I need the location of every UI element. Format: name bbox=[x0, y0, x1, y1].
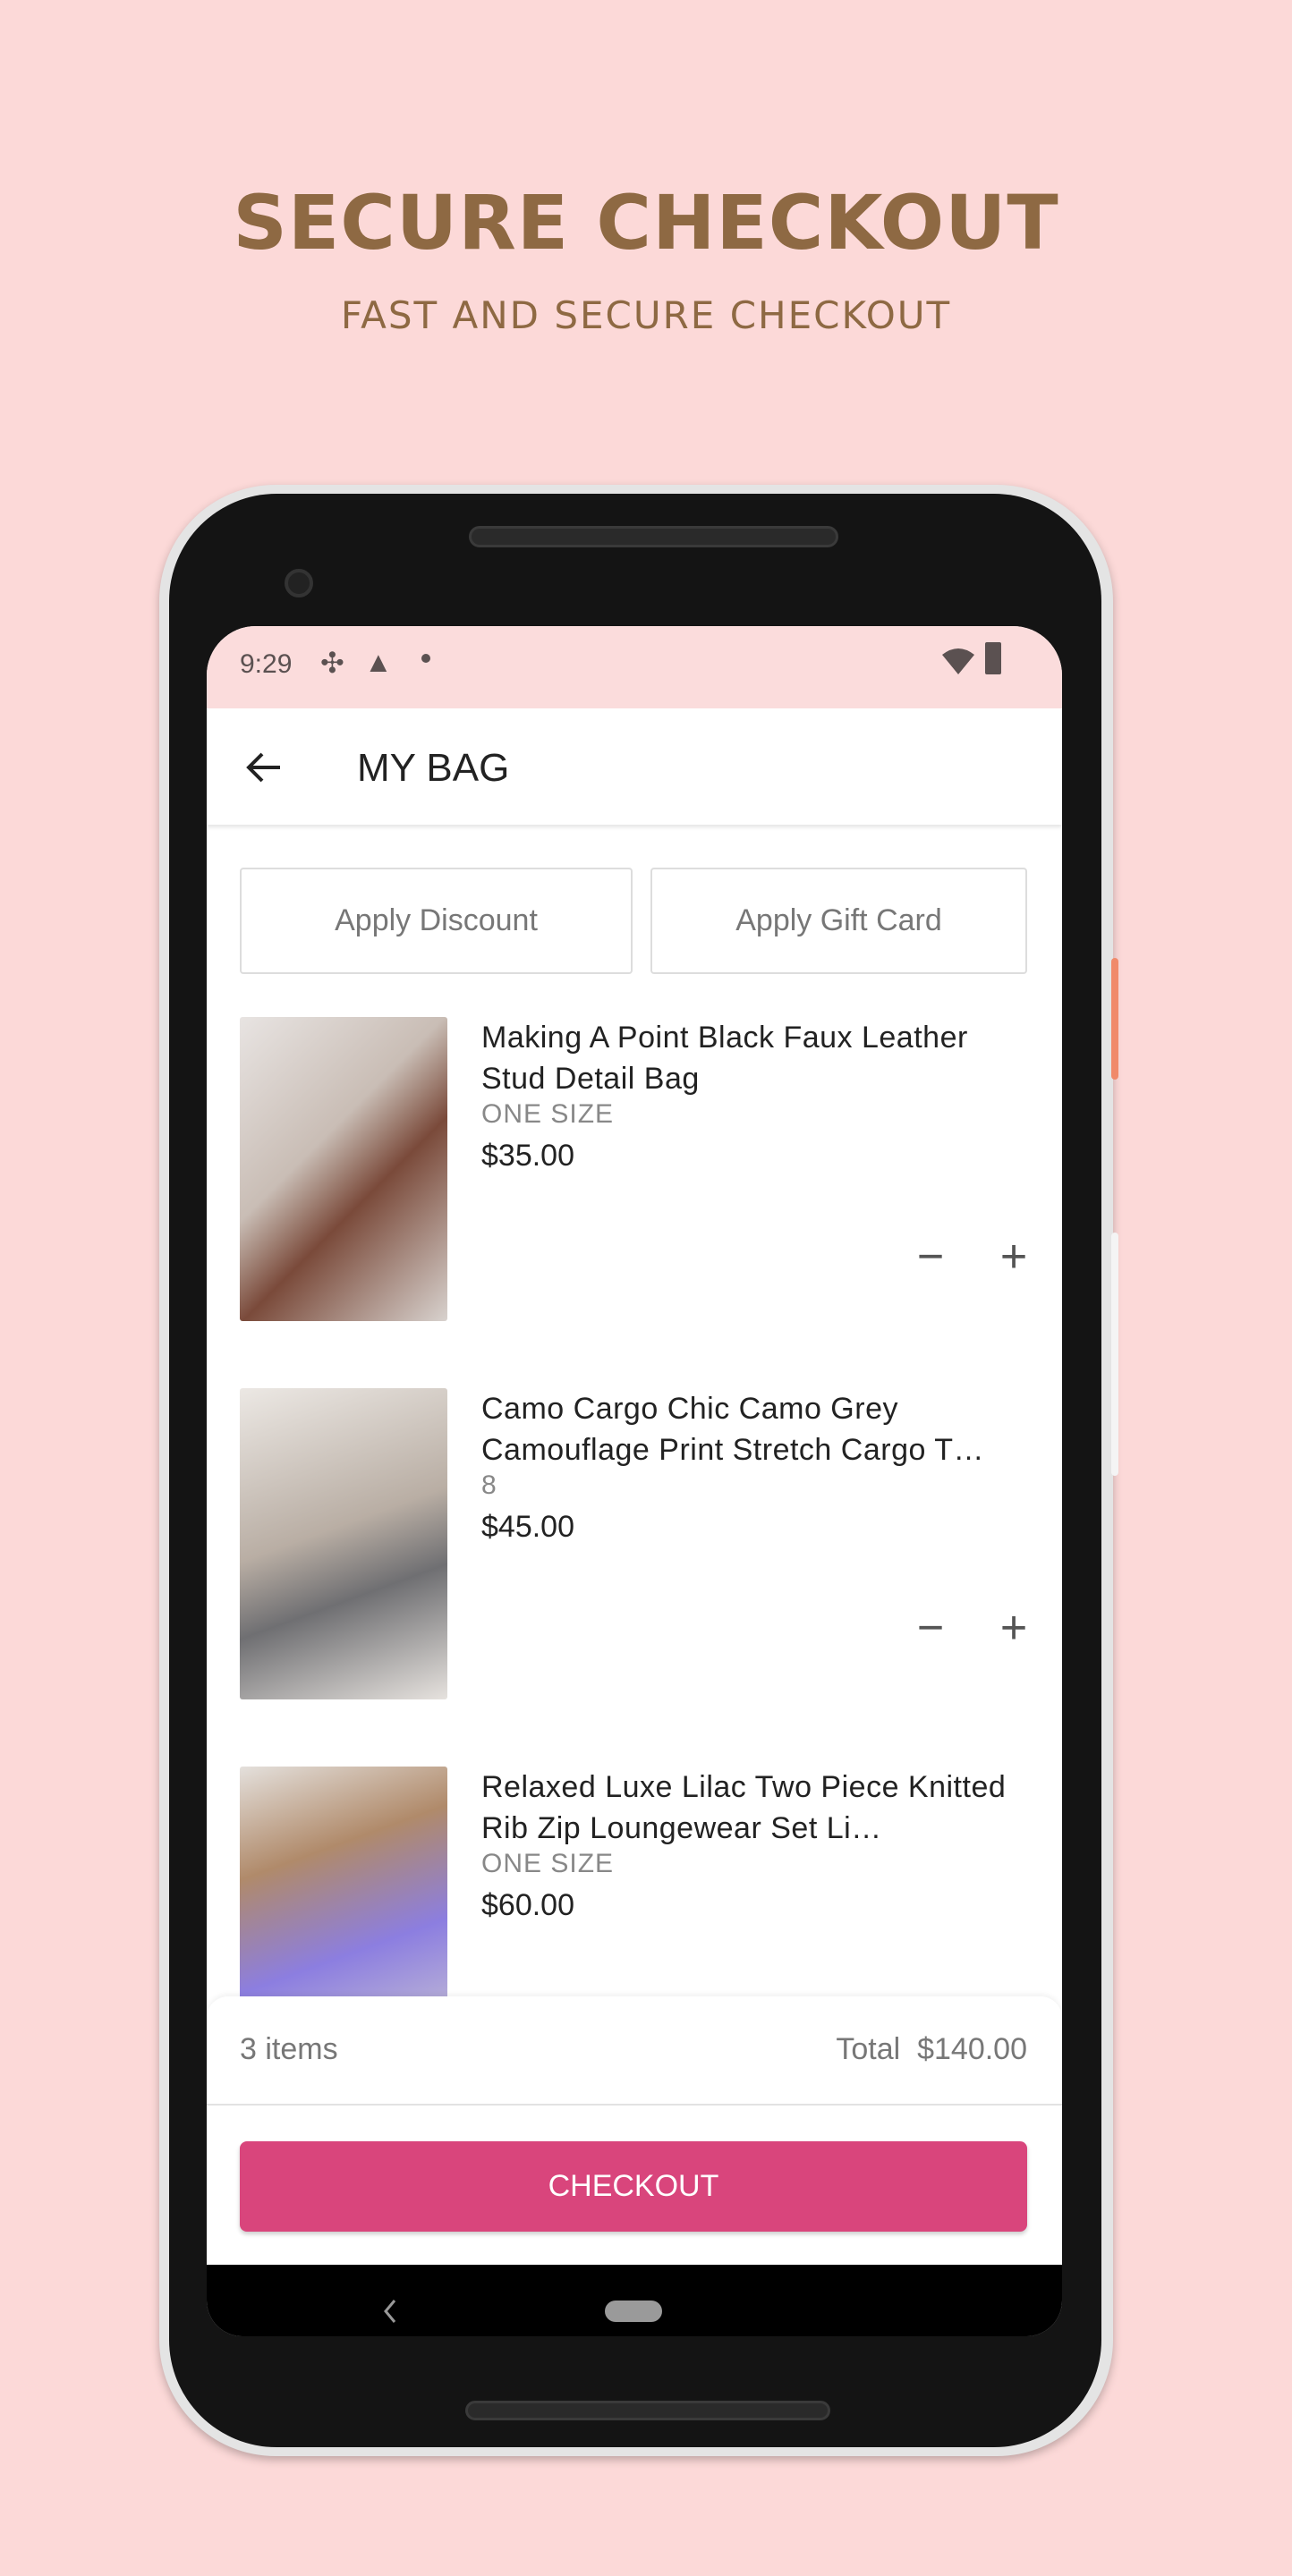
increase-quantity-button[interactable]: + bbox=[987, 1603, 1041, 1657]
item-size: ONE SIZE bbox=[481, 1099, 615, 1129]
item-price: $45.00 bbox=[481, 1510, 574, 1544]
apply-discount-button[interactable]: Apply Discount bbox=[240, 868, 633, 974]
cart-summary: 3 items Total $140.00 CHECKOUT bbox=[207, 1996, 1062, 2265]
front-camera bbox=[285, 569, 313, 597]
arrow-left-icon[interactable] bbox=[246, 751, 282, 784]
warning-icon: ▲ bbox=[364, 646, 393, 678]
status-bar: 9:29 ✣ ▲ bbox=[207, 626, 1062, 708]
dot-icon bbox=[421, 654, 430, 663]
power-button bbox=[1111, 958, 1118, 1080]
total-label: Total bbox=[836, 2032, 901, 2066]
phone-screen: 9:29 ✣ ▲ MY BAG Apply Discount Apply Gif… bbox=[207, 626, 1062, 2336]
page-title: MY BAG bbox=[357, 746, 510, 790]
order-total: Total $140.00 bbox=[836, 2032, 1027, 2067]
wifi-icon bbox=[942, 648, 974, 674]
back-nav-icon[interactable] bbox=[383, 2299, 397, 2324]
status-time: 9:29 bbox=[240, 649, 293, 679]
slack-icon: ✣ bbox=[320, 647, 344, 679]
total-value: $140.00 bbox=[917, 2032, 1027, 2066]
checkout-button[interactable]: CHECKOUT bbox=[240, 2141, 1027, 2232]
product-image[interactable] bbox=[240, 1017, 447, 1321]
navigation-bar bbox=[207, 2265, 1062, 2336]
item-price: $35.00 bbox=[481, 1139, 574, 1173]
item-title[interactable]: Making A Point Black Faux Leather Stud D… bbox=[481, 1017, 1027, 1099]
bottom-speaker bbox=[465, 2401, 830, 2420]
item-price: $60.00 bbox=[481, 1888, 574, 1922]
home-pill[interactable] bbox=[605, 2301, 662, 2322]
increase-quantity-button[interactable]: + bbox=[987, 1232, 1041, 1285]
earpiece-speaker bbox=[469, 526, 838, 547]
volume-button bbox=[1111, 1233, 1118, 1476]
decrease-quantity-button[interactable]: − bbox=[904, 1603, 957, 1657]
product-image[interactable] bbox=[240, 1388, 447, 1699]
item-title[interactable]: Relaxed Luxe Lilac Two Piece Knitted Rib… bbox=[481, 1767, 1027, 1849]
cart-item: Making A Point Black Faux Leather Stud D… bbox=[240, 1017, 1027, 1339]
item-size: ONE SIZE bbox=[481, 1849, 615, 1878]
item-title[interactable]: Camo Cargo Chic Camo Grey Camouflage Pri… bbox=[481, 1388, 1027, 1470]
battery-charging-icon bbox=[985, 642, 1001, 674]
cart-item: Camo Cargo Chic Camo Grey Camouflage Pri… bbox=[240, 1388, 1027, 1710]
decrease-quantity-button[interactable]: − bbox=[904, 1232, 957, 1285]
item-count: 3 items bbox=[240, 2032, 338, 2066]
hero-title: SECURE CHECKOUT bbox=[233, 179, 1059, 267]
item-size: 8 bbox=[481, 1470, 497, 1500]
app-bar: MY BAG bbox=[207, 708, 1062, 825]
divider bbox=[207, 2104, 1062, 2106]
hero-subtitle: FAST AND SECURE CHECKOUT bbox=[340, 293, 952, 337]
apply-gift-card-button[interactable]: Apply Gift Card bbox=[650, 868, 1027, 974]
